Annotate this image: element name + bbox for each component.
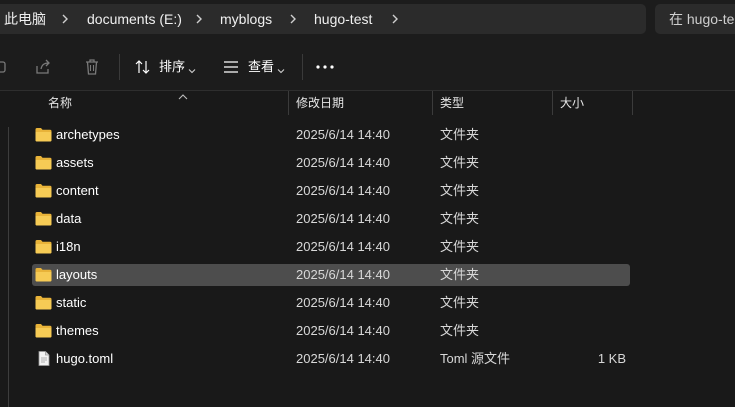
file-name: static bbox=[56, 295, 87, 310]
file-type: 文件夹 bbox=[440, 239, 480, 254]
folder-icon bbox=[35, 267, 52, 282]
file-modified-date: 2025/6/14 14:40 bbox=[296, 127, 390, 142]
sort-ascending-icon bbox=[178, 89, 188, 100]
breadcrumb-item-myblogs[interactable]: myblogs bbox=[220, 4, 272, 34]
file-type: 文件夹 bbox=[440, 211, 480, 226]
breadcrumb-item-this-pc[interactable]: 此电脑 bbox=[4, 4, 46, 34]
delete-icon[interactable] bbox=[82, 57, 102, 77]
file-modified-date: 2025/6/14 14:40 bbox=[296, 239, 390, 254]
file-modified-date: 2025/6/14 14:40 bbox=[296, 211, 390, 226]
toolbar-separator bbox=[302, 54, 303, 80]
breadcrumb[interactable]: 此电脑 documents (E:) myblogs hugo-test bbox=[0, 4, 646, 34]
file-modified-date: 2025/6/14 14:40 bbox=[296, 155, 390, 170]
list-item[interactable]: data 2025/6/14 14:40 文件夹 bbox=[32, 208, 630, 230]
column-header: 名称 修改日期 类型 大小 bbox=[18, 91, 735, 117]
file-icon bbox=[35, 351, 52, 366]
file-name: themes bbox=[56, 323, 99, 338]
file-name: archetypes bbox=[56, 127, 120, 142]
file-type: Toml 源文件 bbox=[440, 351, 511, 366]
search-input[interactable]: 在 hugo-te bbox=[655, 4, 735, 34]
breadcrumb-item-documents[interactable]: documents (E:) bbox=[87, 4, 182, 34]
chevron-right-icon[interactable] bbox=[388, 12, 402, 26]
address-row: 此电脑 documents (E:) myblogs hugo-test 在 h… bbox=[0, 0, 735, 44]
list-item[interactable]: themes 2025/6/14 14:40 文件夹 bbox=[32, 320, 630, 342]
file-type: 文件夹 bbox=[440, 323, 480, 338]
navigation-pane-edge bbox=[0, 91, 18, 407]
chevron-right-icon[interactable] bbox=[286, 12, 300, 26]
file-size: 1 KB bbox=[597, 351, 626, 366]
folder-icon bbox=[35, 323, 52, 338]
file-type: 文件夹 bbox=[440, 295, 480, 310]
rename-icon[interactable] bbox=[0, 57, 10, 77]
list-item[interactable]: static 2025/6/14 14:40 文件夹 bbox=[32, 292, 630, 314]
search-placeholder: 在 hugo-te bbox=[669, 11, 735, 27]
column-divider[interactable] bbox=[632, 91, 633, 115]
file-name: content bbox=[56, 183, 99, 198]
folder-icon bbox=[35, 211, 52, 226]
more-options-button[interactable] bbox=[313, 52, 339, 82]
pane-divider[interactable] bbox=[8, 127, 9, 407]
file-name: i18n bbox=[56, 239, 81, 254]
file-modified-date: 2025/6/14 14:40 bbox=[296, 267, 390, 282]
chevron-right-icon[interactable] bbox=[58, 12, 72, 26]
file-type: 文件夹 bbox=[440, 267, 480, 282]
file-name: hugo.toml bbox=[56, 351, 114, 366]
list-item-selected[interactable]: layouts 2025/6/14 14:40 文件夹 bbox=[32, 264, 630, 286]
file-modified-date: 2025/6/14 14:40 bbox=[296, 183, 390, 198]
command-bar: 排序 查看 bbox=[0, 44, 735, 91]
list-item[interactable]: assets 2025/6/14 14:40 文件夹 bbox=[32, 152, 630, 174]
file-name: assets bbox=[56, 155, 94, 170]
chevron-right-icon[interactable] bbox=[192, 12, 206, 26]
file-modified-date: 2025/6/14 14:40 bbox=[296, 351, 390, 366]
folder-icon bbox=[35, 295, 52, 310]
column-header-type[interactable]: 类型 bbox=[440, 91, 464, 117]
list-item[interactable]: hugo.toml 2025/6/14 14:40 Toml 源文件 1 KB bbox=[32, 348, 630, 370]
folder-icon bbox=[35, 239, 52, 254]
folder-icon bbox=[35, 155, 52, 170]
sort-icon bbox=[134, 58, 152, 79]
column-header-name[interactable]: 名称 bbox=[48, 91, 72, 117]
file-type: 文件夹 bbox=[440, 155, 480, 170]
file-name: layouts bbox=[56, 267, 98, 282]
sort-button[interactable]: 排序 bbox=[128, 52, 200, 82]
folder-icon bbox=[35, 183, 52, 198]
view-label: 查看 bbox=[248, 59, 275, 74]
view-icon bbox=[222, 59, 240, 78]
share-icon[interactable] bbox=[33, 57, 53, 77]
column-divider[interactable] bbox=[288, 91, 289, 115]
breadcrumb-item-hugo-test[interactable]: hugo-test bbox=[314, 4, 372, 34]
column-header-size[interactable]: 大小 bbox=[560, 91, 584, 117]
folder-icon bbox=[35, 127, 52, 142]
file-name: data bbox=[56, 211, 82, 226]
file-modified-date: 2025/6/14 14:40 bbox=[296, 295, 390, 310]
list-item[interactable]: content 2025/6/14 14:40 文件夹 bbox=[32, 180, 630, 202]
column-divider[interactable] bbox=[552, 91, 553, 115]
file-type: 文件夹 bbox=[440, 183, 480, 198]
chevron-down-icon bbox=[277, 63, 285, 78]
column-header-modified[interactable]: 修改日期 bbox=[296, 91, 344, 117]
chevron-down-icon bbox=[188, 63, 196, 78]
list-item[interactable]: archetypes 2025/6/14 14:40 文件夹 bbox=[32, 124, 630, 146]
file-modified-date: 2025/6/14 14:40 bbox=[296, 323, 390, 338]
column-divider[interactable] bbox=[432, 91, 433, 115]
toolbar-separator bbox=[119, 54, 120, 80]
sort-label: 排序 bbox=[159, 59, 186, 74]
view-button[interactable]: 查看 bbox=[216, 52, 292, 82]
file-type: 文件夹 bbox=[440, 127, 480, 142]
list-item[interactable]: i18n 2025/6/14 14:40 文件夹 bbox=[32, 236, 630, 258]
